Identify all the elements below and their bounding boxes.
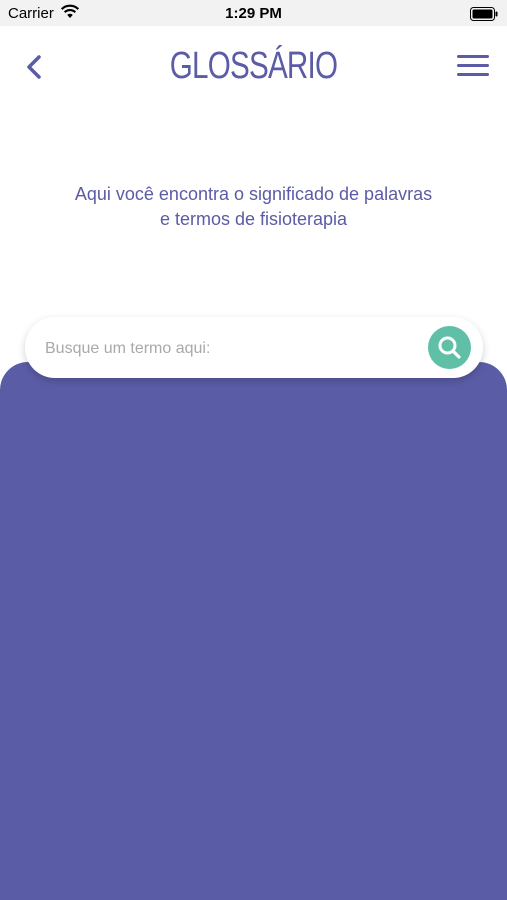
chevron-left-icon <box>27 55 41 79</box>
menu-button[interactable] <box>456 53 490 79</box>
intro-text: Aqui você encontra o significado de pala… <box>40 182 467 232</box>
search-button[interactable] <box>428 326 471 369</box>
navigation-bar: GLOSSÁRIO <box>0 37 507 95</box>
intro-line-2: e termos de fisioterapia <box>159 209 348 229</box>
page-title: GLOSSÁRIO <box>169 45 338 87</box>
search-bar <box>25 317 483 378</box>
status-time: 1:29 PM <box>225 5 282 22</box>
hamburger-menu-icon <box>457 55 489 76</box>
back-button[interactable] <box>22 53 48 81</box>
intro-line-1: Aqui você encontra o significado de pala… <box>74 184 433 204</box>
battery-icon <box>470 7 498 26</box>
status-bar: Carrier 1:29 PM <box>0 0 507 26</box>
results-panel <box>0 362 507 900</box>
search-input[interactable] <box>43 335 407 363</box>
search-icon <box>438 336 461 359</box>
